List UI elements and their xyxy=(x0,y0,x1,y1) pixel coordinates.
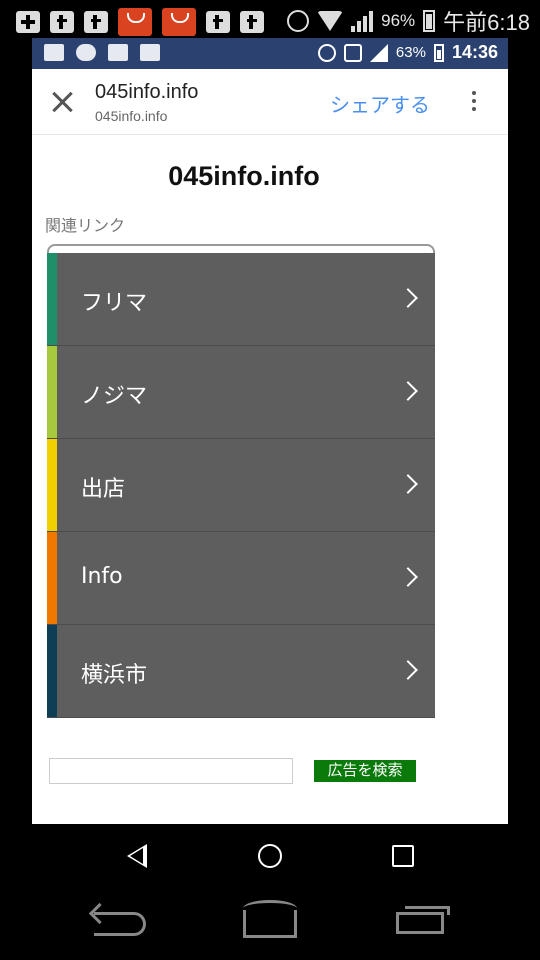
ad-search-input[interactable] xyxy=(49,758,293,784)
ad-search-button[interactable]: 広告を検索 xyxy=(314,760,416,782)
recent-apps-icon[interactable] xyxy=(396,906,450,934)
alarm-icon xyxy=(317,43,336,62)
page-title: 045info.info xyxy=(168,161,320,191)
shopping-bag-icon xyxy=(162,8,196,36)
app-icon xyxy=(108,44,128,61)
color-stripe xyxy=(47,625,57,717)
battery-icon xyxy=(433,43,444,62)
link-label: 出店 xyxy=(81,477,126,502)
recent-apps-icon[interactable] xyxy=(392,845,414,867)
link-item[interactable]: 出店 xyxy=(47,439,435,532)
inner-navigation-bar xyxy=(32,824,508,888)
status-time: 14:36 xyxy=(451,42,498,62)
inner-status-bar: 63% 14:36 xyxy=(32,38,508,69)
tab-title: 045info.info xyxy=(95,81,199,103)
close-icon[interactable] xyxy=(50,89,76,115)
status-time: 午前6:18 xyxy=(443,10,530,35)
facebook-icon xyxy=(240,11,264,33)
back-icon[interactable] xyxy=(94,912,146,936)
home-icon[interactable] xyxy=(243,900,297,938)
voicemail-icon xyxy=(140,44,160,61)
outer-navigation-bar xyxy=(0,888,540,960)
link-label: フリマ xyxy=(81,291,148,316)
link-item[interactable]: ノジマ xyxy=(47,346,435,439)
battery-icon xyxy=(423,10,436,32)
nfc-icon xyxy=(343,43,362,62)
signal-icon xyxy=(351,10,374,32)
facebook-icon xyxy=(50,11,74,33)
chevron-right-icon xyxy=(398,660,418,680)
custom-tab-toolbar: 045info.info 045info.info シェアする xyxy=(32,69,508,135)
shopping-bag-icon xyxy=(118,8,152,36)
home-icon[interactable] xyxy=(258,844,282,868)
outer-status-bar: 96% 午前6:18 xyxy=(0,0,540,38)
add-icon xyxy=(16,11,40,33)
more-options-icon[interactable] xyxy=(472,91,476,113)
related-links-label: 関連リンク xyxy=(45,216,126,235)
link-label: 横浜市 xyxy=(81,663,148,688)
battery-percent: 63% xyxy=(395,44,426,61)
tab-url: 045info.info xyxy=(95,108,168,124)
color-stripe xyxy=(47,532,57,624)
link-item[interactable]: フリマ xyxy=(47,253,435,346)
alarm-icon xyxy=(287,10,310,32)
facebook-icon xyxy=(206,11,230,33)
facebook-icon xyxy=(84,11,108,33)
signal-icon xyxy=(369,43,388,62)
chevron-right-icon xyxy=(398,381,418,401)
battery-percent: 96% xyxy=(381,11,416,30)
wifi-icon xyxy=(317,11,344,31)
color-stripe xyxy=(47,253,57,345)
link-item[interactable]: 横浜市 xyxy=(47,625,435,718)
image-icon xyxy=(44,44,64,61)
chevron-right-icon xyxy=(398,288,418,308)
notification-icons xyxy=(16,8,264,36)
related-links-list: フリマ ノジマ 出店 Info 横浜市 xyxy=(47,244,435,718)
link-item[interactable]: Info xyxy=(47,532,435,625)
link-label: Info xyxy=(81,564,123,589)
share-button[interactable]: シェアする xyxy=(330,89,430,118)
color-stripe xyxy=(47,439,57,531)
chevron-right-icon xyxy=(398,567,418,587)
cloud-icon xyxy=(76,44,96,61)
link-label: ノジマ xyxy=(81,384,148,409)
back-icon[interactable] xyxy=(127,844,147,868)
color-stripe xyxy=(47,346,57,438)
chevron-right-icon xyxy=(398,474,418,494)
browser-view: 045info.info 045info.info シェアする 045info.… xyxy=(32,69,508,824)
